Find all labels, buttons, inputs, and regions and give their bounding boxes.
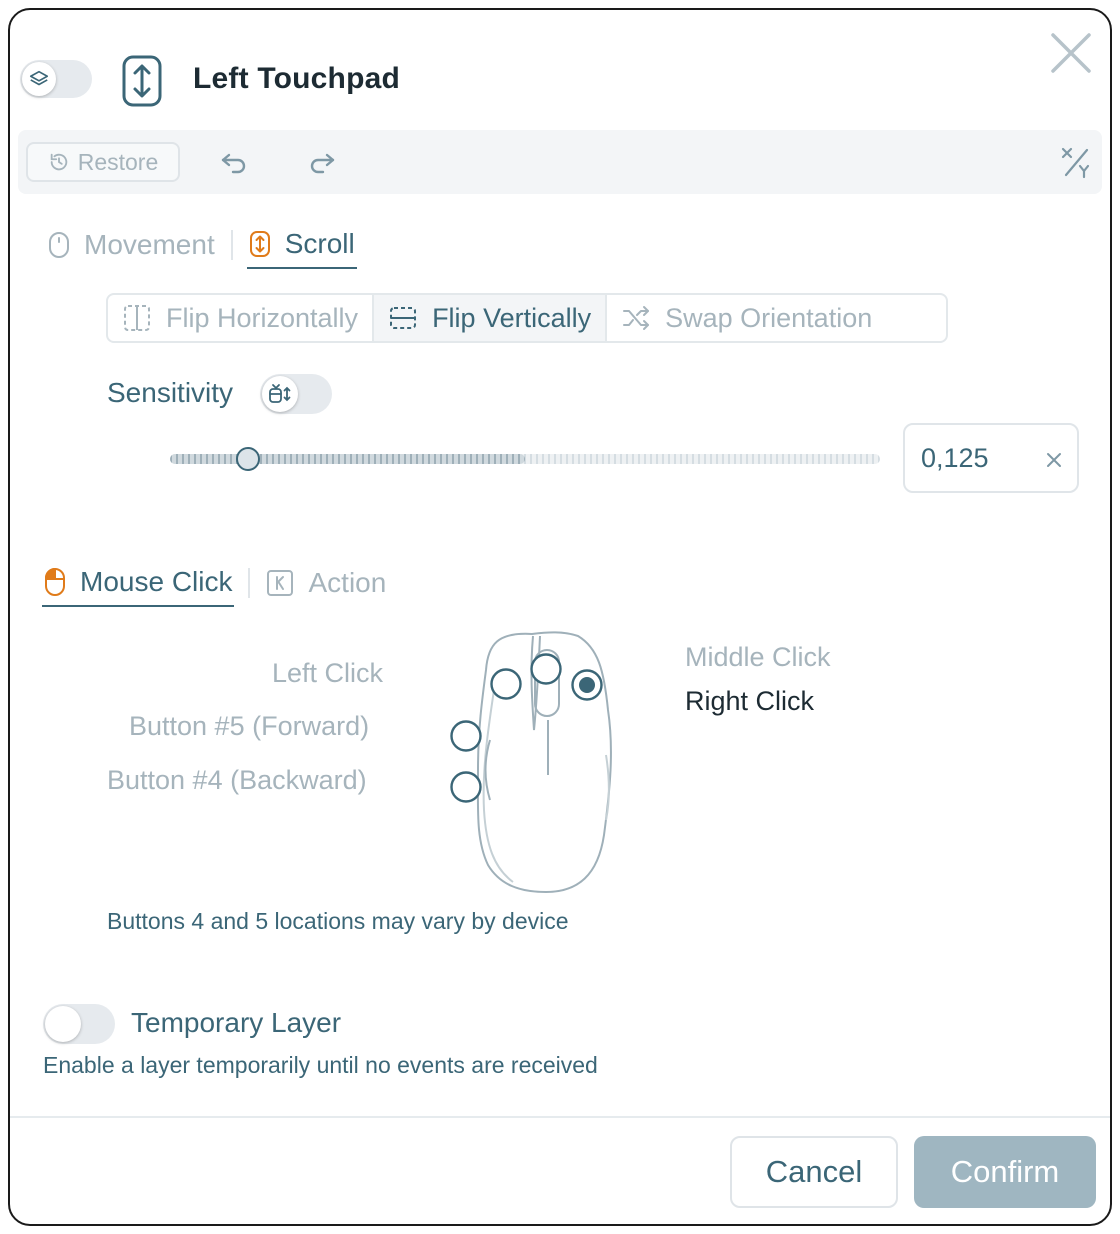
sensitivity-value-input[interactable]: [921, 441, 1031, 475]
sensitivity-toggle-knob: [262, 376, 298, 412]
tab-separator: [248, 568, 251, 598]
left-click-marker[interactable]: [490, 668, 522, 700]
middle-click-label[interactable]: Middle Click: [685, 642, 831, 673]
swap-orientation-label: Swap Orientation: [665, 302, 873, 333]
page-title: Left Touchpad: [193, 62, 401, 95]
tab-scroll[interactable]: Scroll: [246, 221, 357, 269]
sensitivity-mode-toggle[interactable]: [260, 374, 332, 414]
sensitivity-value-field: [903, 423, 1079, 493]
scroll-icon: [249, 231, 270, 257]
tab-movement-label: Movement: [84, 229, 215, 260]
tab-mouse-click-label: Mouse Click: [80, 566, 233, 597]
mouse-left-click-icon: [45, 567, 65, 596]
swap-orientation-option[interactable]: Swap Orientation: [607, 295, 886, 341]
click-tabs: Mouse Click Action: [42, 558, 388, 608]
tab-action[interactable]: Action: [264, 559, 388, 607]
right-click-selected-dot: [579, 677, 595, 693]
button5-label[interactable]: Button #5 (Forward): [129, 711, 369, 742]
redo-icon[interactable]: [306, 146, 338, 178]
keyboard-key-icon: [267, 570, 294, 596]
flip-vertically-option[interactable]: Flip Vertically: [374, 295, 608, 341]
temporary-layer-knob: [45, 1006, 81, 1042]
restore-label: Restore: [77, 148, 159, 175]
footer-divider: [10, 1116, 1110, 1118]
temporary-layer-label: Temporary Layer: [131, 1007, 342, 1038]
swap-xy-icon[interactable]: [1058, 144, 1094, 180]
confirm-button[interactable]: Confirm: [914, 1136, 1096, 1208]
tab-separator: [230, 230, 233, 260]
sensitivity-mode-icon: [269, 384, 291, 403]
shuffle-icon: [623, 306, 650, 330]
device-hint: Buttons 4 and 5 locations may vary by de…: [107, 908, 569, 934]
middle-click-marker[interactable]: [530, 653, 562, 685]
transform-segmented-control: Flip Horizontally Flip Vertically Swap O…: [106, 293, 948, 343]
flip-horizontal-icon: [124, 305, 150, 331]
mouse-diagram: [450, 631, 612, 894]
cancel-button[interactable]: Cancel: [730, 1136, 898, 1208]
slider-thumb[interactable]: [236, 447, 260, 471]
temporary-layer-description: Enable a layer temporarily until no even…: [43, 1052, 598, 1078]
undo-icon[interactable]: [218, 146, 250, 178]
dialog: Left Touchpad Restore Movement Scroll Fl…: [8, 8, 1112, 1226]
restore-button[interactable]: Restore: [26, 142, 180, 182]
button4-label[interactable]: Button #4 (Backward): [107, 765, 367, 796]
tab-scroll-label: Scroll: [284, 228, 355, 259]
flip-horizontally-label: Flip Horizontally: [166, 302, 359, 333]
button4-marker[interactable]: [450, 771, 482, 803]
close-icon[interactable]: [1048, 30, 1094, 76]
tab-action-label: Action: [308, 567, 387, 598]
layer-toggle[interactable]: [20, 60, 92, 98]
right-click-label[interactable]: Right Click: [685, 686, 814, 717]
sensitivity-label: Sensitivity: [107, 377, 234, 408]
button5-marker[interactable]: [450, 720, 482, 752]
restore-icon: [50, 153, 67, 171]
slider-fill: [170, 454, 525, 464]
flip-horizontally-option[interactable]: Flip Horizontally: [108, 295, 375, 341]
layers-icon: [29, 70, 49, 86]
mouse-outline-icon: [49, 232, 69, 258]
touchpad-scroll-icon: [122, 55, 162, 107]
flip-vertical-icon: [390, 307, 417, 329]
tab-mouse-click[interactable]: Mouse Click: [42, 559, 235, 607]
clear-icon[interactable]: [1043, 449, 1065, 471]
axis-tabs: Movement Scroll: [46, 220, 357, 270]
tab-movement[interactable]: Movement: [46, 221, 217, 269]
toolbar: Restore: [18, 130, 1102, 194]
left-click-label[interactable]: Left Click: [272, 658, 383, 689]
flip-vertically-label: Flip Vertically: [432, 302, 592, 333]
sensitivity-slider[interactable]: [170, 447, 880, 471]
temporary-layer-toggle[interactable]: [43, 1004, 115, 1044]
layer-toggle-knob: [22, 62, 56, 96]
